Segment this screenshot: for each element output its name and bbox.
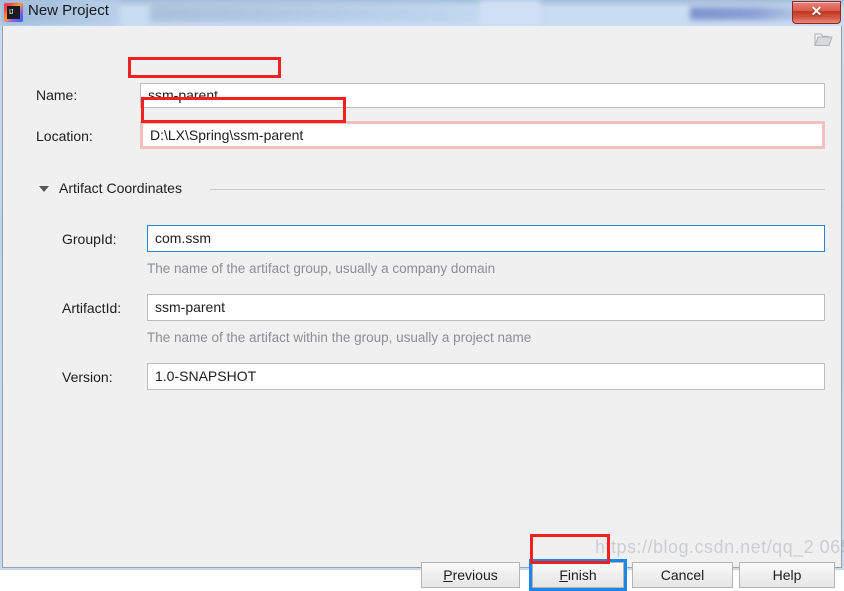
- artifact-id-hint: The name of the artifact within the grou…: [147, 330, 532, 345]
- location-label: Location:: [36, 128, 93, 144]
- help-button[interactable]: Help: [739, 562, 835, 588]
- window-titlebar: IJ New Project ✕: [0, 0, 844, 26]
- window-title: New Project: [28, 2, 109, 19]
- artifact-coordinates-title: Artifact Coordinates: [59, 180, 182, 196]
- group-id-label: GroupId:: [62, 231, 117, 247]
- finish-button-label: inish: [567, 567, 597, 583]
- artifact-id-input[interactable]: ssm-parent: [147, 294, 825, 321]
- previous-button-mnemonic: P: [443, 567, 453, 583]
- version-label: Version:: [62, 369, 113, 385]
- group-id-input[interactable]: com.ssm: [147, 225, 825, 252]
- location-input[interactable]: D:\LX\Spring\ssm-parent: [143, 124, 822, 146]
- previous-button-label: revious: [452, 567, 498, 583]
- previous-button[interactable]: Previous: [421, 562, 520, 588]
- chevron-down-icon[interactable]: [39, 186, 49, 192]
- name-input[interactable]: ssm-parent: [140, 83, 825, 108]
- version-input[interactable]: 1.0-SNAPSHOT: [147, 363, 825, 390]
- folder-icon[interactable]: [814, 32, 833, 47]
- finish-button[interactable]: Finish: [532, 562, 624, 588]
- intellij-idea-glyph: IJ: [9, 9, 13, 16]
- artifact-id-label: ArtifactId:: [62, 300, 122, 316]
- close-icon: ✕: [810, 3, 823, 19]
- close-button[interactable]: ✕: [792, 1, 841, 24]
- section-divider: [210, 189, 825, 190]
- finish-button-mnemonic: F: [559, 567, 568, 583]
- intellij-idea-icon: IJ: [4, 3, 23, 22]
- group-id-hint: The name of the artifact group, usually …: [147, 261, 496, 276]
- name-label: Name:: [36, 87, 78, 103]
- cancel-button[interactable]: Cancel: [632, 562, 733, 588]
- new-project-dialog: Name: ssm-parent Location: D:\LX\Spring\…: [2, 26, 842, 591]
